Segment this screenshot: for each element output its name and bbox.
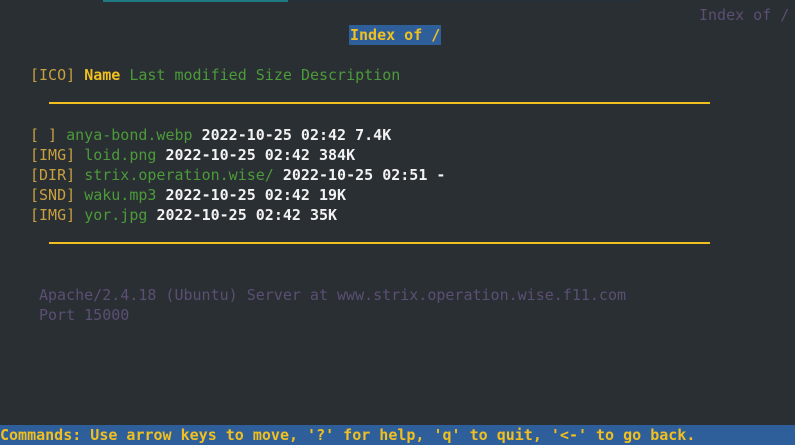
- list-item: [IMG] loid.png 2022-10-25 02:42 384K: [30, 145, 445, 165]
- list-item: [ ] anya-bond.webp 2022-10-25 02:42 7.4K: [30, 125, 445, 145]
- list-item: [SND] waku.mp3 2022-10-25 02:42 19K: [30, 185, 445, 205]
- status-bar: Commands: Use arrow keys to move, '?' fo…: [0, 425, 795, 445]
- column-header-row: [ICO] Name Last modified Size Descriptio…: [30, 65, 400, 85]
- file-size: 35K: [309, 206, 338, 224]
- horizontal-rule-top: [49, 102, 710, 104]
- header-size[interactable]: Size: [256, 66, 292, 84]
- file-link[interactable]: loid.png: [84, 146, 156, 164]
- file-size: 7.4K: [355, 126, 392, 144]
- file-type-tag: [DIR]: [30, 166, 76, 184]
- server-port-line: Port 15000: [39, 306, 130, 324]
- list-item: [DIR] strix.operation.wise/ 2022-10-25 0…: [30, 165, 445, 185]
- file-type-tag: [ ]: [30, 126, 58, 144]
- top-accent-bar: [0, 0, 795, 3]
- top-accent-segment: [103, 0, 288, 2]
- directory-listing: [ ] anya-bond.webp 2022-10-25 02:42 7.4K…: [30, 125, 445, 225]
- header-last-modified[interactable]: Last modified: [129, 66, 246, 84]
- file-modified: 2022-10-25 02:42: [165, 186, 310, 204]
- server-signature-line: Apache/2.4.18 (Ubuntu) Server at www.str…: [39, 286, 626, 304]
- top-accent-segment-dim: [288, 0, 645, 2]
- file-type-tag: [IMG]: [30, 206, 76, 224]
- file-size: -: [436, 166, 446, 184]
- horizontal-rule-bottom: [49, 242, 710, 244]
- file-type-tag: [SND]: [30, 186, 76, 204]
- header-ico: [ICO]: [30, 66, 76, 84]
- file-link[interactable]: waku.mp3: [84, 186, 156, 204]
- file-link[interactable]: yor.jpg: [84, 206, 147, 224]
- directory-link[interactable]: strix.operation.wise/: [84, 166, 274, 184]
- file-size: 19K: [319, 186, 347, 204]
- file-modified: 2022-10-25 02:42: [156, 206, 301, 224]
- file-type-tag: [IMG]: [30, 146, 76, 164]
- page-title: Index of /: [349, 25, 442, 45]
- file-link[interactable]: anya-bond.webp: [66, 126, 192, 144]
- list-item: [IMG] yor.jpg 2022-10-25 02:42 35K: [30, 205, 445, 225]
- window-title-right: Index of /: [699, 6, 790, 24]
- file-modified: 2022-10-25 02:42: [165, 146, 310, 164]
- terminal-window: Index of / Index of / [ICO] Name Last mo…: [0, 0, 795, 445]
- header-name[interactable]: Name: [84, 66, 120, 84]
- file-size: 384K: [319, 146, 356, 164]
- file-modified: 2022-10-25 02:42: [201, 126, 347, 144]
- file-modified: 2022-10-25 02:51: [282, 166, 428, 184]
- header-description[interactable]: Description: [301, 66, 400, 84]
- server-signature: Apache/2.4.18 (Ubuntu) Server at www.str…: [39, 285, 626, 325]
